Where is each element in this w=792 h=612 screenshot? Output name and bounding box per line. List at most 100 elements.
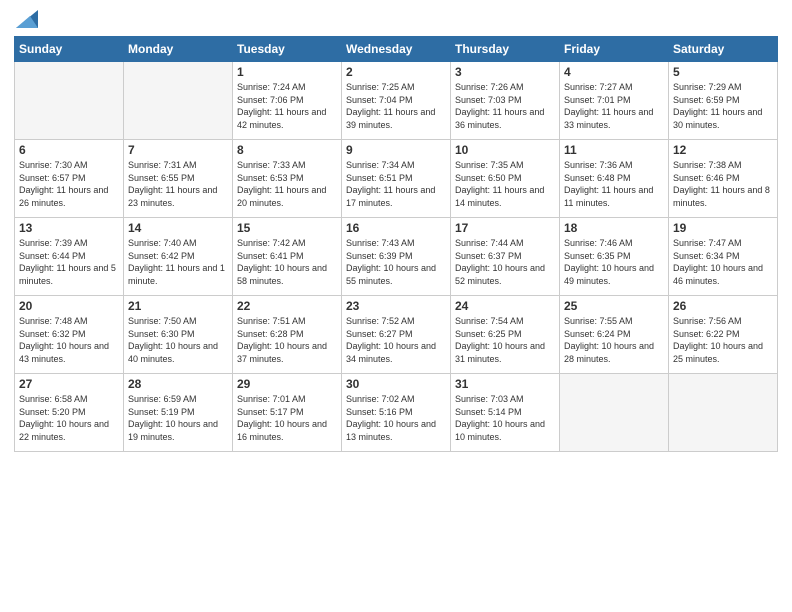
- calendar-cell: 21Sunrise: 7:50 AM Sunset: 6:30 PM Dayli…: [124, 296, 233, 374]
- calendar-cell: 25 Sunrise: 7:55 AM Sunset: 6:24 PM Dayli…: [560, 296, 669, 374]
- day-number: 20: [19, 299, 119, 313]
- day-number: 1: [237, 65, 337, 79]
- calendar-cell: 19 Sunrise: 7:47 AM Sunset: 6:34 PM Dayli…: [669, 218, 778, 296]
- calendar-cell: 22 Sunrise: 7:51 AM Sunset: 6:28 PM Dayli…: [233, 296, 342, 374]
- day-info: Sunrise: 6:59 AM Sunset: 5:19 PM Dayligh…: [128, 393, 228, 443]
- calendar-cell: 2 Sunrise: 7:25 AM Sunset: 7:04 PM Daylig…: [342, 62, 451, 140]
- day-number: 11: [564, 143, 664, 157]
- calendar-cell: 13Sunrise: 7:39 AM Sunset: 6:44 PM Dayli…: [15, 218, 124, 296]
- day-info: Sunrise: 7:03 AM Sunset: 5:14 PM Dayligh…: [455, 393, 555, 443]
- day-info: Sunrise: 7:47 AM Sunset: 6:34 PM Dayligh…: [673, 237, 773, 287]
- day-info: Sunrise: 7:33 AM Sunset: 6:53 PM Dayligh…: [237, 159, 337, 209]
- calendar-table: SundayMondayTuesdayWednesdayThursdayFrid…: [14, 36, 778, 452]
- day-info: Sunrise: 7:31 AM Sunset: 6:55 PM Dayligh…: [128, 159, 228, 209]
- calendar-cell: 30 Sunrise: 7:02 AM Sunset: 5:16 PM Dayli…: [342, 374, 451, 452]
- day-number: 5: [673, 65, 773, 79]
- calendar-cell: 26 Sunrise: 7:56 AM Sunset: 6:22 PM Dayli…: [669, 296, 778, 374]
- day-number: 27: [19, 377, 119, 391]
- calendar-week-1: 1 Sunrise: 7:24 AM Sunset: 7:06 PM Daylig…: [15, 62, 778, 140]
- day-number: 17: [455, 221, 555, 235]
- calendar-cell: 23 Sunrise: 7:52 AM Sunset: 6:27 PM Dayli…: [342, 296, 451, 374]
- day-number: 30: [346, 377, 446, 391]
- day-number: 12: [673, 143, 773, 157]
- day-number: 3: [455, 65, 555, 79]
- calendar-header: [14, 10, 778, 28]
- calendar-cell: 8 Sunrise: 7:33 AM Sunset: 6:53 PM Daylig…: [233, 140, 342, 218]
- calendar-week-2: 6 Sunrise: 7:30 AM Sunset: 6:57 PM Daylig…: [15, 140, 778, 218]
- calendar-cell: 3Sunrise: 7:26 AM Sunset: 7:03 PM Daylig…: [451, 62, 560, 140]
- calendar-cell: 28 Sunrise: 6:59 AM Sunset: 5:19 PM Dayli…: [124, 374, 233, 452]
- calendar-cell: [669, 374, 778, 452]
- day-info: Sunrise: 7:30 AM Sunset: 6:57 PM Dayligh…: [19, 159, 119, 209]
- calendar-cell: 24 Sunrise: 7:54 AM Sunset: 6:25 PM Dayli…: [451, 296, 560, 374]
- day-info: Sunrise: 7:40 AM Sunset: 6:42 PM Dayligh…: [128, 237, 228, 287]
- weekday-header-friday: Friday: [560, 37, 669, 62]
- day-number: 29: [237, 377, 337, 391]
- calendar-cell: 14Sunrise: 7:40 AM Sunset: 6:42 PM Dayli…: [124, 218, 233, 296]
- day-info: Sunrise: 7:35 AM Sunset: 6:50 PM Dayligh…: [455, 159, 555, 209]
- day-info: Sunrise: 7:51 AM Sunset: 6:28 PM Dayligh…: [237, 315, 337, 365]
- day-info: Sunrise: 7:56 AM Sunset: 6:22 PM Dayligh…: [673, 315, 773, 365]
- day-number: 16: [346, 221, 446, 235]
- weekday-header-sunday: Sunday: [15, 37, 124, 62]
- day-number: 23: [346, 299, 446, 313]
- weekday-header-saturday: Saturday: [669, 37, 778, 62]
- day-info: Sunrise: 7:27 AM Sunset: 7:01 PM Dayligh…: [564, 81, 664, 131]
- day-number: 26: [673, 299, 773, 313]
- day-number: 2: [346, 65, 446, 79]
- day-info: Sunrise: 7:54 AM Sunset: 6:25 PM Dayligh…: [455, 315, 555, 365]
- calendar-cell: 11 Sunrise: 7:36 AM Sunset: 6:48 PM Dayli…: [560, 140, 669, 218]
- weekday-header-row: SundayMondayTuesdayWednesdayThursdayFrid…: [15, 37, 778, 62]
- day-info: Sunrise: 7:38 AM Sunset: 6:46 PM Dayligh…: [673, 159, 773, 209]
- weekday-header-wednesday: Wednesday: [342, 37, 451, 62]
- calendar-week-3: 13Sunrise: 7:39 AM Sunset: 6:44 PM Dayli…: [15, 218, 778, 296]
- calendar-cell: 17 Sunrise: 7:44 AM Sunset: 6:37 PM Dayli…: [451, 218, 560, 296]
- calendar-cell: [15, 62, 124, 140]
- calendar-week-5: 27Sunrise: 6:58 AM Sunset: 5:20 PM Dayli…: [15, 374, 778, 452]
- day-info: Sunrise: 7:43 AM Sunset: 6:39 PM Dayligh…: [346, 237, 446, 287]
- day-number: 9: [346, 143, 446, 157]
- day-number: 28: [128, 377, 228, 391]
- day-number: 8: [237, 143, 337, 157]
- day-info: Sunrise: 7:01 AM Sunset: 5:17 PM Dayligh…: [237, 393, 337, 443]
- day-info: Sunrise: 7:34 AM Sunset: 6:51 PM Dayligh…: [346, 159, 446, 209]
- calendar-cell: [560, 374, 669, 452]
- day-number: 31: [455, 377, 555, 391]
- day-info: Sunrise: 7:02 AM Sunset: 5:16 PM Dayligh…: [346, 393, 446, 443]
- calendar-cell: 6 Sunrise: 7:30 AM Sunset: 6:57 PM Daylig…: [15, 140, 124, 218]
- weekday-header-tuesday: Tuesday: [233, 37, 342, 62]
- logo: [14, 10, 38, 28]
- day-number: 4: [564, 65, 664, 79]
- day-info: Sunrise: 7:55 AM Sunset: 6:24 PM Dayligh…: [564, 315, 664, 365]
- calendar-cell: [124, 62, 233, 140]
- day-number: 19: [673, 221, 773, 235]
- calendar-cell: 7 Sunrise: 7:31 AM Sunset: 6:55 PM Daylig…: [124, 140, 233, 218]
- calendar-cell: 5Sunrise: 7:29 AM Sunset: 6:59 PM Daylig…: [669, 62, 778, 140]
- day-info: Sunrise: 7:25 AM Sunset: 7:04 PM Dayligh…: [346, 81, 446, 131]
- calendar-cell: 12 Sunrise: 7:38 AM Sunset: 6:46 PM Dayli…: [669, 140, 778, 218]
- day-number: 7: [128, 143, 228, 157]
- weekday-header-monday: Monday: [124, 37, 233, 62]
- day-info: Sunrise: 7:52 AM Sunset: 6:27 PM Dayligh…: [346, 315, 446, 365]
- day-info: Sunrise: 7:44 AM Sunset: 6:37 PM Dayligh…: [455, 237, 555, 287]
- day-number: 22: [237, 299, 337, 313]
- day-number: 25: [564, 299, 664, 313]
- logo-icon: [16, 10, 38, 28]
- day-number: 24: [455, 299, 555, 313]
- day-number: 15: [237, 221, 337, 235]
- day-number: 10: [455, 143, 555, 157]
- day-number: 6: [19, 143, 119, 157]
- calendar-cell: 9 Sunrise: 7:34 AM Sunset: 6:51 PM Daylig…: [342, 140, 451, 218]
- calendar-cell: 29 Sunrise: 7:01 AM Sunset: 5:17 PM Dayli…: [233, 374, 342, 452]
- calendar-container: SundayMondayTuesdayWednesdayThursdayFrid…: [0, 0, 792, 460]
- day-info: Sunrise: 7:39 AM Sunset: 6:44 PM Dayligh…: [19, 237, 119, 287]
- day-info: Sunrise: 7:42 AM Sunset: 6:41 PM Dayligh…: [237, 237, 337, 287]
- day-info: Sunrise: 7:24 AM Sunset: 7:06 PM Dayligh…: [237, 81, 337, 131]
- day-number: 18: [564, 221, 664, 235]
- calendar-cell: 16 Sunrise: 7:43 AM Sunset: 6:39 PM Dayli…: [342, 218, 451, 296]
- weekday-header-thursday: Thursday: [451, 37, 560, 62]
- calendar-cell: 31 Sunrise: 7:03 AM Sunset: 5:14 PM Dayli…: [451, 374, 560, 452]
- day-info: Sunrise: 7:36 AM Sunset: 6:48 PM Dayligh…: [564, 159, 664, 209]
- calendar-cell: 10 Sunrise: 7:35 AM Sunset: 6:50 PM Dayli…: [451, 140, 560, 218]
- day-number: 21: [128, 299, 228, 313]
